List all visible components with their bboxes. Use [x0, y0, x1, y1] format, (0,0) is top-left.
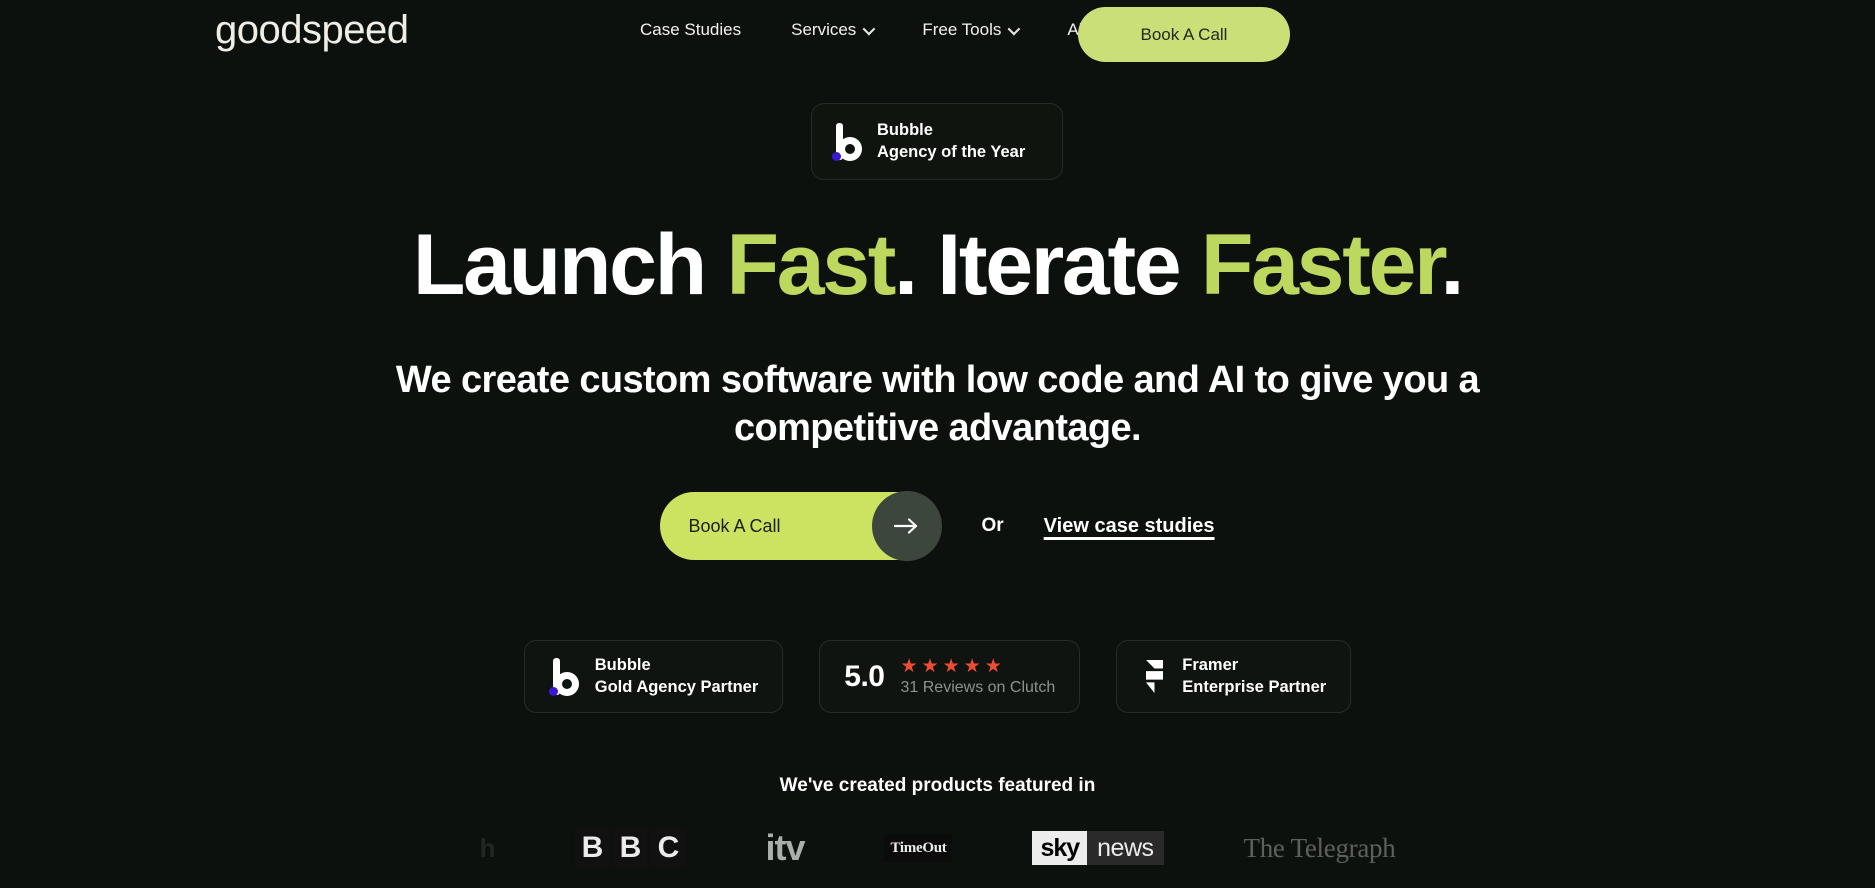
- headline-highlight1: Fast: [726, 217, 896, 313]
- trust-card-bubble: Bubble Gold Agency Partner: [523, 640, 784, 713]
- trust-card-framer-text: Framer Enterprise Partner: [1182, 655, 1326, 698]
- press-section-title: We've created products featured in: [779, 775, 1096, 796]
- press-logos-row: h B B C itv TimeOut sky news The Telegra…: [0, 818, 1875, 878]
- hero-book-a-call-button[interactable]: Book A Call: [660, 491, 943, 561]
- navbar-book-a-call-button[interactable]: Book A Call: [1078, 7, 1290, 62]
- trust-bubble-line1: Bubble: [594, 656, 651, 675]
- headline-part1: Launch: [412, 217, 727, 313]
- clutch-star-rating: ★ ★ ★ ★ ★: [901, 657, 1056, 676]
- trust-card-clutch: 5.0 ★ ★ ★ ★ ★ 31 Reviews on Clutch: [819, 640, 1081, 713]
- sky-text: sky: [1032, 831, 1088, 865]
- page-root: goodspeed Case Studies Services Free Too…: [0, 0, 1875, 888]
- page-title: Launch Fast. Iterate Faster.: [0, 218, 1875, 313]
- nav-item-services[interactable]: Services: [791, 20, 876, 40]
- sky-news-logo: sky news: [1032, 831, 1164, 865]
- headline-part2: . Iterate: [894, 217, 1201, 313]
- framer-logo-icon: [1146, 659, 1164, 693]
- news-text: news: [1087, 831, 1164, 865]
- star-icon: ★: [984, 655, 1002, 677]
- chevron-down-icon: [1007, 22, 1021, 35]
- clutch-score: 5.0: [844, 659, 885, 693]
- star-icon: ★: [942, 655, 960, 677]
- clutch-reviews-text: 31 Reviews on Clutch: [900, 678, 1056, 696]
- bbc-letter: C: [651, 829, 686, 867]
- clutch-details: ★ ★ ★ ★ ★ 31 Reviews on Clutch: [901, 657, 1056, 697]
- view-case-studies-link[interactable]: View case studies: [1044, 515, 1215, 538]
- arrow-right-icon: [872, 491, 943, 561]
- star-icon: ★: [921, 655, 939, 677]
- award-badge-line1: Bubble: [877, 121, 933, 140]
- star-icon: ★: [963, 655, 981, 677]
- timeout-logo: TimeOut: [884, 834, 953, 862]
- bbc-logo: B B C: [575, 829, 686, 867]
- trust-badges-row: Bubble Gold Agency Partner 5.0 ★ ★ ★ ★ ★…: [0, 640, 1875, 713]
- chevron-down-icon: [862, 22, 876, 35]
- award-badge: Bubble Agency of the Year: [811, 103, 1063, 180]
- award-badge-line2: Agency of the Year: [877, 142, 1026, 161]
- hero-cta-row: Book A Call Or View case studies: [0, 491, 1875, 561]
- trust-bubble-line2: Gold Agency Partner: [594, 677, 759, 696]
- bbc-letter: B: [613, 829, 648, 867]
- bubble-logo-icon: [548, 657, 581, 696]
- headline-highlight2: Faster: [1200, 217, 1443, 313]
- brand-logo[interactable]: goodspeed: [215, 8, 409, 53]
- itv-logo: itv: [765, 827, 805, 868]
- hero-subheadline: We create custom software with low code …: [395, 359, 1480, 450]
- press-logo-partial: h: [479, 832, 496, 863]
- nav-item-label: Services: [791, 20, 857, 39]
- star-icon: ★: [900, 655, 918, 677]
- or-separator: Or: [981, 515, 1004, 536]
- navbar: goodspeed Case Studies Services Free Too…: [0, 0, 1875, 70]
- nav-item-case-studies[interactable]: Case Studies: [640, 20, 741, 40]
- bubble-logo-icon: [832, 122, 864, 161]
- trust-framer-line2: Enterprise Partner: [1182, 677, 1327, 696]
- nav-item-label: Free Tools: [922, 20, 1002, 39]
- award-badge-text: Bubble Agency of the Year: [877, 120, 1025, 163]
- trust-framer-line1: Framer: [1182, 656, 1239, 675]
- nav-links: Case Studies Services Free Tools About: [640, 20, 1112, 40]
- headline-part3: .: [1440, 217, 1465, 313]
- trust-card-bubble-text: Bubble Gold Agency Partner: [595, 655, 759, 698]
- nav-item-label: Case Studies: [640, 20, 742, 39]
- hero-cta-label: Book A Call: [688, 515, 781, 536]
- nav-item-free-tools[interactable]: Free Tools: [922, 20, 1021, 40]
- trust-card-framer: Framer Enterprise Partner: [1116, 640, 1352, 713]
- telegraph-logo: The Telegraph: [1243, 832, 1396, 863]
- bbc-letter: B: [575, 829, 610, 867]
